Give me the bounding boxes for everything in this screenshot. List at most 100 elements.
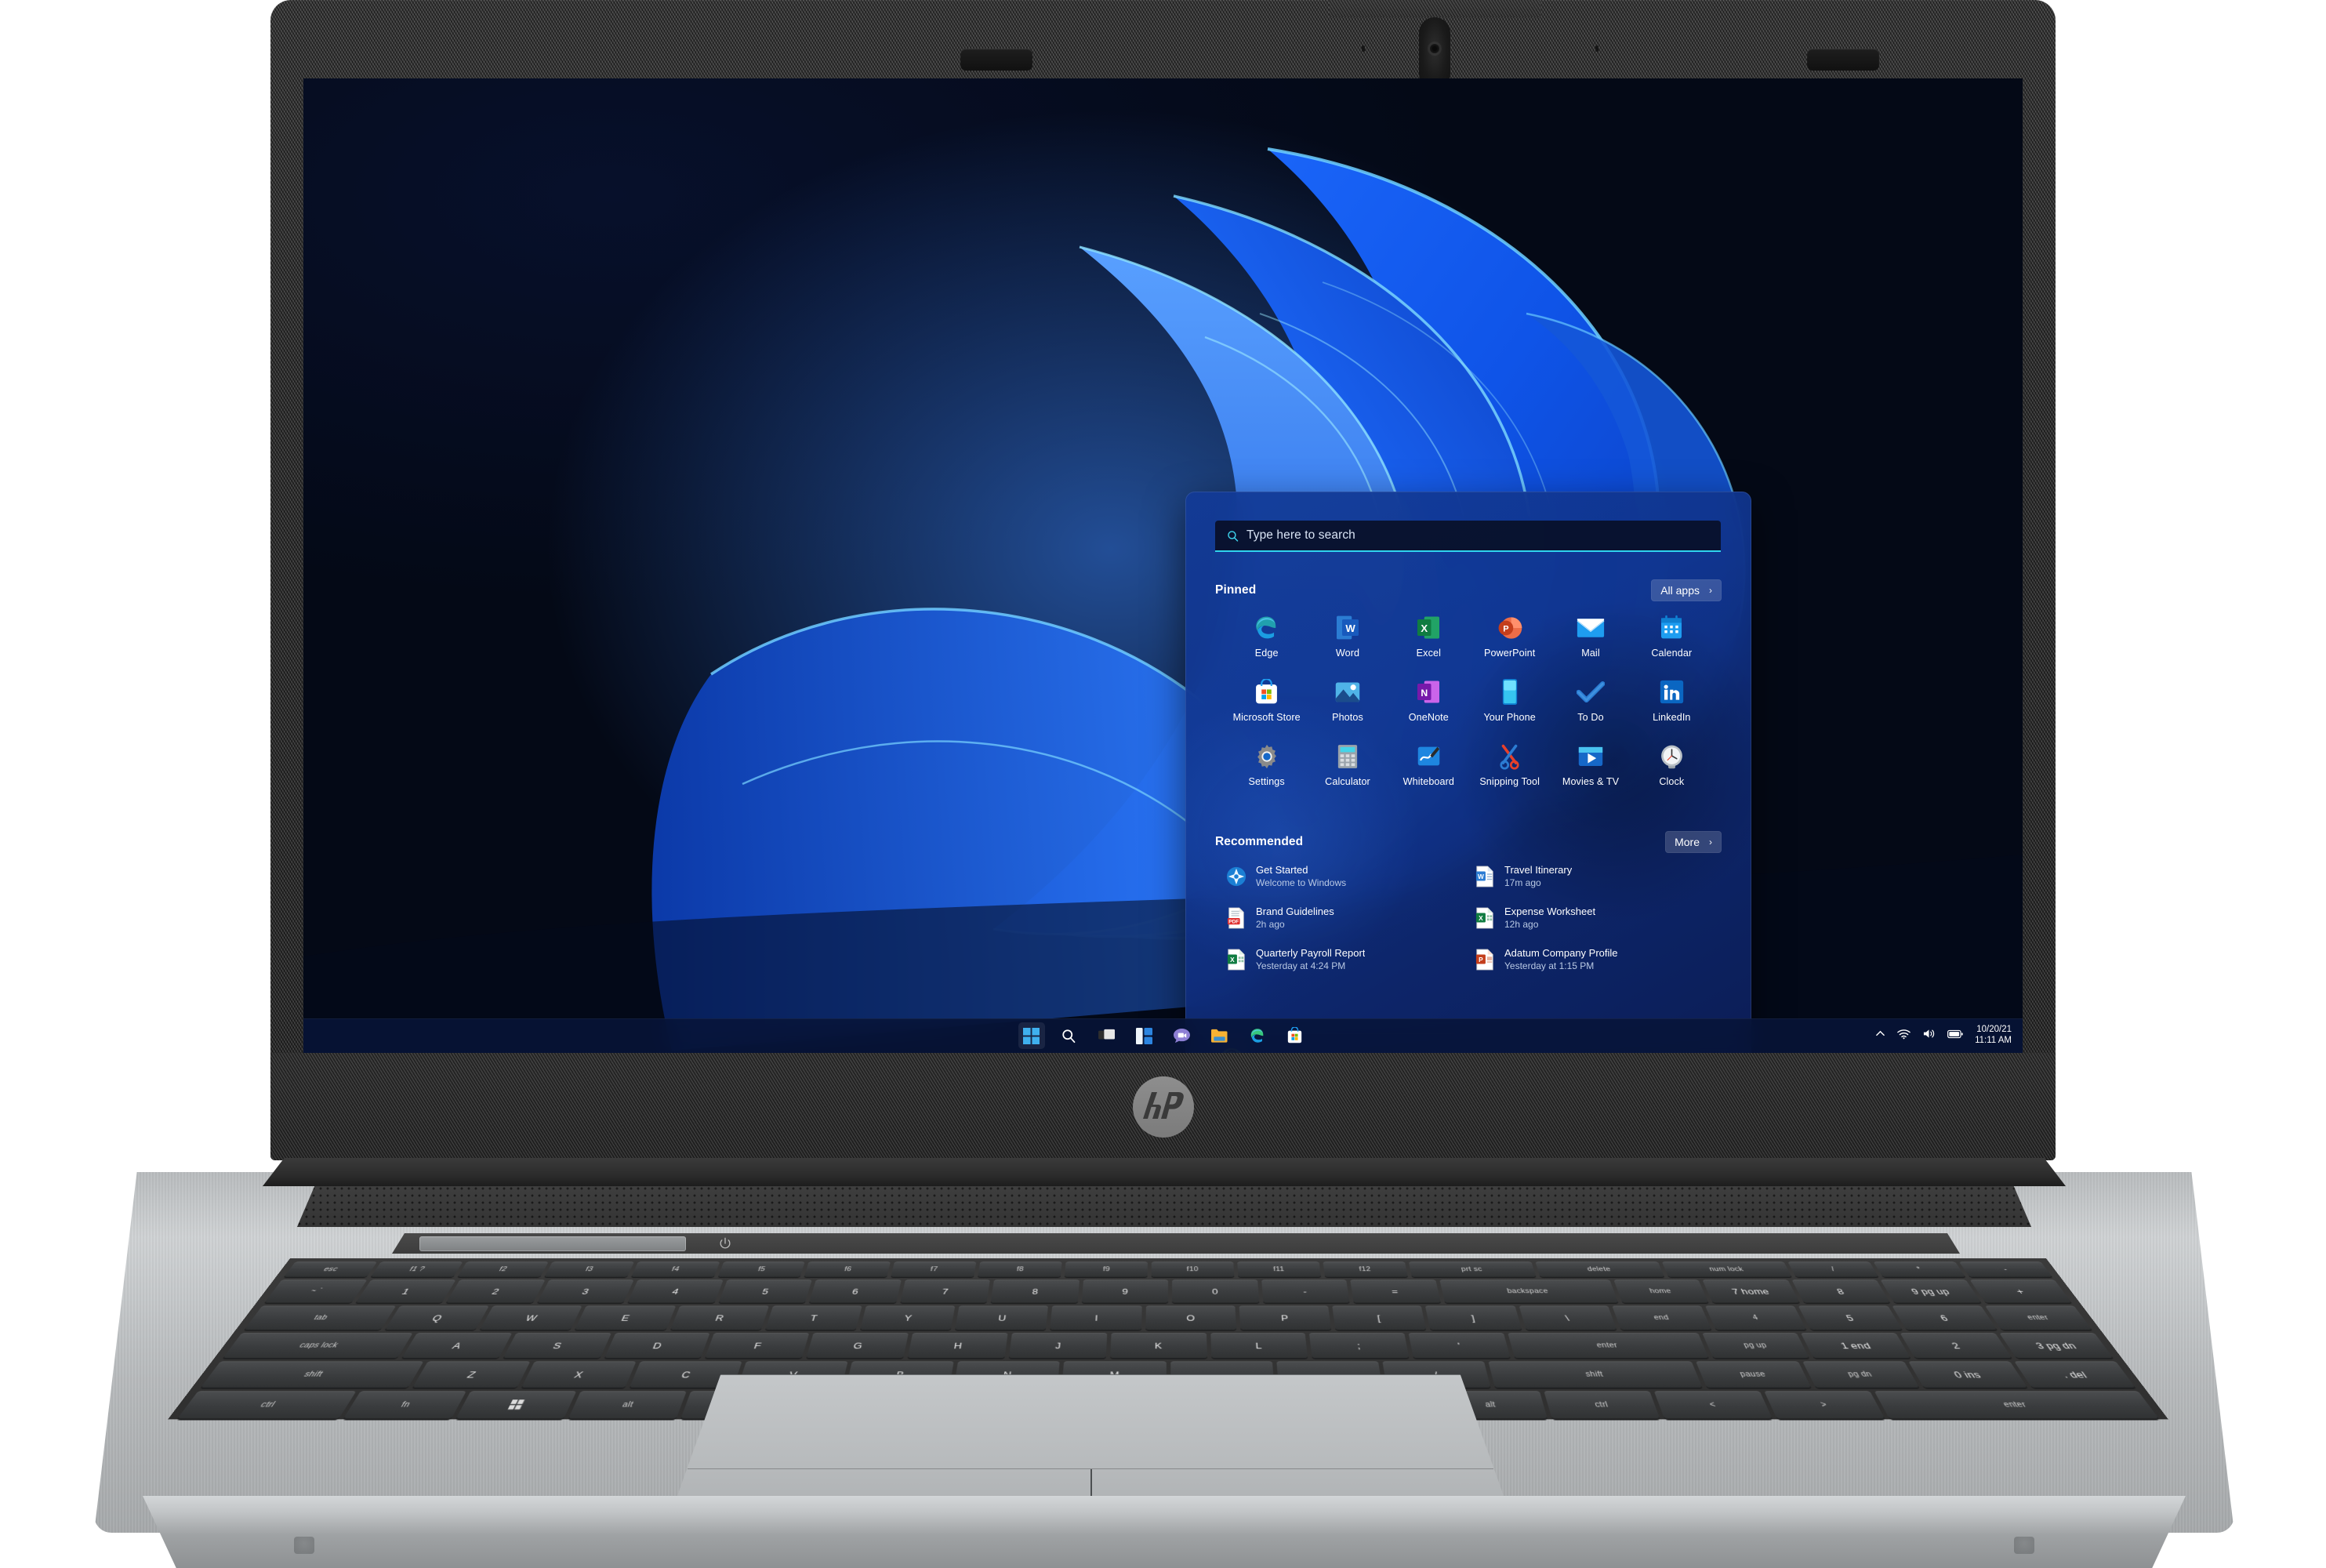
key[interactable]: Z	[412, 1361, 530, 1388]
key[interactable]: ;	[1309, 1333, 1410, 1359]
search-button[interactable]	[1056, 1022, 1083, 1049]
recommended-item-expense-worksheet[interactable]: X Expense Worksheet 12h ago	[1475, 906, 1712, 930]
key[interactable]: *	[1873, 1261, 1966, 1277]
start-search-input[interactable]: Type here to search	[1215, 521, 1721, 552]
key[interactable]: alt	[568, 1391, 687, 1419]
key[interactable]: tab	[244, 1305, 397, 1330]
chevron-up-icon[interactable]	[1875, 1029, 1885, 1043]
key[interactable]: U	[955, 1305, 1049, 1330]
key[interactable]: delete	[1535, 1261, 1664, 1277]
key[interactable]: S	[503, 1333, 611, 1359]
key[interactable]: '	[1408, 1333, 1511, 1359]
key[interactable]: 7	[899, 1279, 990, 1303]
key[interactable]: f7	[891, 1261, 977, 1277]
key[interactable]: I	[1050, 1305, 1142, 1330]
key[interactable]: f1 ?	[370, 1261, 463, 1277]
key[interactable]: G	[806, 1333, 909, 1359]
fingerprint-reader[interactable]	[419, 1236, 686, 1251]
key[interactable]: O	[1145, 1305, 1237, 1330]
pinned-app-onenote[interactable]: N OneNote	[1388, 677, 1469, 723]
key[interactable]: 2	[445, 1279, 546, 1303]
battery-icon[interactable]	[1947, 1029, 1963, 1043]
start-menu[interactable]: Type here to search Pinned All apps › Ed…	[1185, 492, 1751, 1053]
all-apps-button[interactable]: All apps ›	[1651, 579, 1722, 601]
key[interactable]: pause	[1696, 1361, 1811, 1388]
key[interactable]: 4	[1705, 1305, 1807, 1330]
key[interactable]: num lock	[1661, 1261, 1792, 1277]
task-view-button[interactable]	[1094, 1022, 1120, 1049]
key[interactable]: L	[1210, 1333, 1308, 1359]
key[interactable]: f8	[978, 1261, 1062, 1277]
key[interactable]: 6	[809, 1279, 902, 1303]
key[interactable]: f9	[1065, 1261, 1148, 1277]
key[interactable]: f5	[717, 1261, 806, 1277]
key[interactable]: 8	[990, 1279, 1080, 1303]
key[interactable]: 7 home	[1702, 1279, 1800, 1303]
pinned-app-excel[interactable]: X Excel	[1388, 613, 1469, 659]
key[interactable]: 3	[536, 1279, 634, 1303]
clock-datetime[interactable]: 10/20/21 11:11 AM	[1975, 1025, 2012, 1046]
pinned-app-powerpoint[interactable]: P PowerPoint	[1469, 613, 1550, 659]
key[interactable]: pg up	[1701, 1333, 1810, 1359]
pinned-app-linkedin[interactable]: LinkedIn	[1631, 677, 1712, 723]
key[interactable]: T	[764, 1305, 862, 1330]
key[interactable]: F	[705, 1333, 810, 1359]
pinned-app-mail[interactable]: Mail	[1550, 613, 1631, 659]
key[interactable]: f12	[1323, 1261, 1408, 1277]
key[interactable]: f4	[630, 1261, 720, 1277]
key[interactable]: A	[401, 1333, 513, 1359]
key[interactable]: f3	[544, 1261, 634, 1277]
key[interactable]: 5	[1798, 1305, 1902, 1330]
key[interactable]: K	[1109, 1333, 1207, 1359]
store-button[interactable]	[1282, 1022, 1308, 1049]
file-explorer-button[interactable]	[1207, 1022, 1233, 1049]
recommended-item-brand-guidelines[interactable]: PDF Brand Guidelines 2h ago	[1226, 906, 1464, 930]
pinned-app-movies-tv[interactable]: Movies & TV	[1550, 742, 1631, 787]
pinned-app-to-do[interactable]: To Do	[1550, 677, 1631, 723]
key[interactable]: enter	[1874, 1391, 2159, 1419]
key[interactable]: ctrl	[177, 1391, 357, 1419]
key[interactable]: f2	[457, 1261, 549, 1277]
edge-button[interactable]	[1244, 1022, 1271, 1049]
key[interactable]: . del	[2014, 1361, 2136, 1388]
key[interactable]: 9 pg up	[1880, 1279, 1981, 1303]
key[interactable]: W	[480, 1305, 582, 1330]
key[interactable]: ctrl	[1544, 1391, 1660, 1419]
key[interactable]: shift	[201, 1361, 424, 1388]
trackpad[interactable]	[670, 1374, 1511, 1515]
key[interactable]: shift	[1488, 1361, 1703, 1388]
key[interactable]: [	[1332, 1305, 1427, 1330]
key[interactable]: J	[1008, 1333, 1107, 1359]
key[interactable]: P	[1239, 1305, 1332, 1330]
key[interactable]: backspace	[1439, 1279, 1618, 1303]
key[interactable]: f10	[1151, 1261, 1235, 1277]
pinned-app-your-phone[interactable]: Your Phone	[1469, 677, 1550, 723]
key[interactable]: enter	[1508, 1333, 1709, 1359]
key[interactable]: H	[907, 1333, 1008, 1359]
taskbar[interactable]: 10/20/21 11:11 AM	[303, 1018, 2023, 1053]
key[interactable]: fn	[343, 1391, 466, 1419]
key[interactable]: 9	[1081, 1279, 1168, 1303]
pinned-app-settings[interactable]: Settings	[1226, 742, 1307, 787]
recommended-item-travel-itinerary[interactable]: W Travel Itinerary 17m ago	[1475, 864, 1712, 888]
pinned-app-microsoft-store[interactable]: Microsoft Store	[1226, 677, 1307, 723]
key[interactable]: E	[575, 1305, 676, 1330]
key[interactable]: 8	[1791, 1279, 1891, 1303]
key[interactable]: Q	[384, 1305, 489, 1330]
more-button[interactable]: More ›	[1665, 831, 1722, 853]
pinned-app-word[interactable]: W Word	[1307, 613, 1388, 659]
recommended-item-adatum-company-profile[interactable]: P Adatum Company Profile Yesterday at 1:…	[1475, 947, 1712, 971]
pinned-app-photos[interactable]: Photos	[1307, 677, 1388, 723]
key[interactable]: 1	[355, 1279, 456, 1303]
key[interactable]: 1 end	[1801, 1333, 1911, 1359]
key[interactable]: caps lock	[223, 1333, 413, 1359]
pinned-app-calculator[interactable]: Calculator	[1307, 742, 1388, 787]
key[interactable]: enter	[1984, 1305, 2092, 1330]
key[interactable]: +	[1969, 1279, 2072, 1303]
pinned-app-whiteboard[interactable]: Whiteboard	[1388, 742, 1469, 787]
key[interactable]: ]	[1425, 1305, 1522, 1330]
volume-icon[interactable]	[1922, 1028, 1936, 1044]
pinned-app-calendar[interactable]: Calendar	[1631, 613, 1712, 659]
key[interactable]: end	[1612, 1305, 1712, 1330]
key[interactable]: 5	[718, 1279, 812, 1303]
